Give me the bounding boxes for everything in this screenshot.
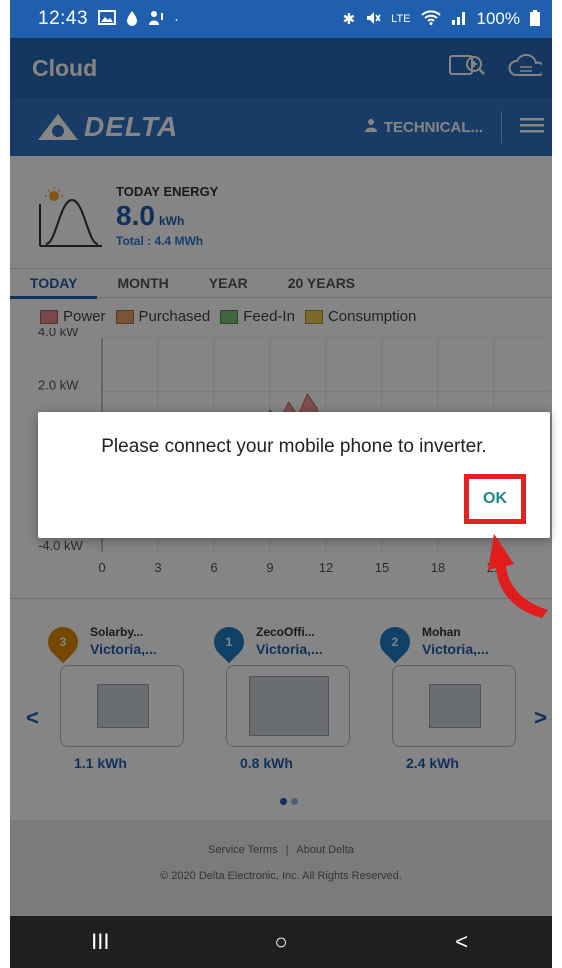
status-time: 12:43 xyxy=(38,8,89,29)
wifi-icon xyxy=(420,10,441,28)
status-bar: 12:43 · ✱ LTE 100% xyxy=(10,0,552,38)
battery-percent: 100% xyxy=(476,9,520,28)
recent-apps-button[interactable]: III xyxy=(70,929,130,955)
dialog-message: Please connect your mobile phone to inve… xyxy=(101,436,487,457)
connect-dialog: Please connect your mobile phone to inve… xyxy=(38,412,550,538)
home-button[interactable]: ○ xyxy=(251,929,311,955)
lte-label: LTE xyxy=(391,12,411,25)
dot-icon: · xyxy=(174,10,180,28)
ok-button[interactable]: OK xyxy=(464,474,526,524)
flame-icon xyxy=(126,10,138,29)
battery-icon xyxy=(530,9,540,29)
gallery-icon xyxy=(98,10,117,28)
signal-icon xyxy=(451,10,467,28)
bluetooth-icon: ✱ xyxy=(342,10,356,28)
system-nav-bar: III ○ < xyxy=(10,916,552,968)
mute-icon xyxy=(365,10,381,29)
red-arrow-annotation xyxy=(488,534,548,618)
person-alert-icon xyxy=(148,10,164,29)
back-button[interactable]: < xyxy=(432,929,492,955)
